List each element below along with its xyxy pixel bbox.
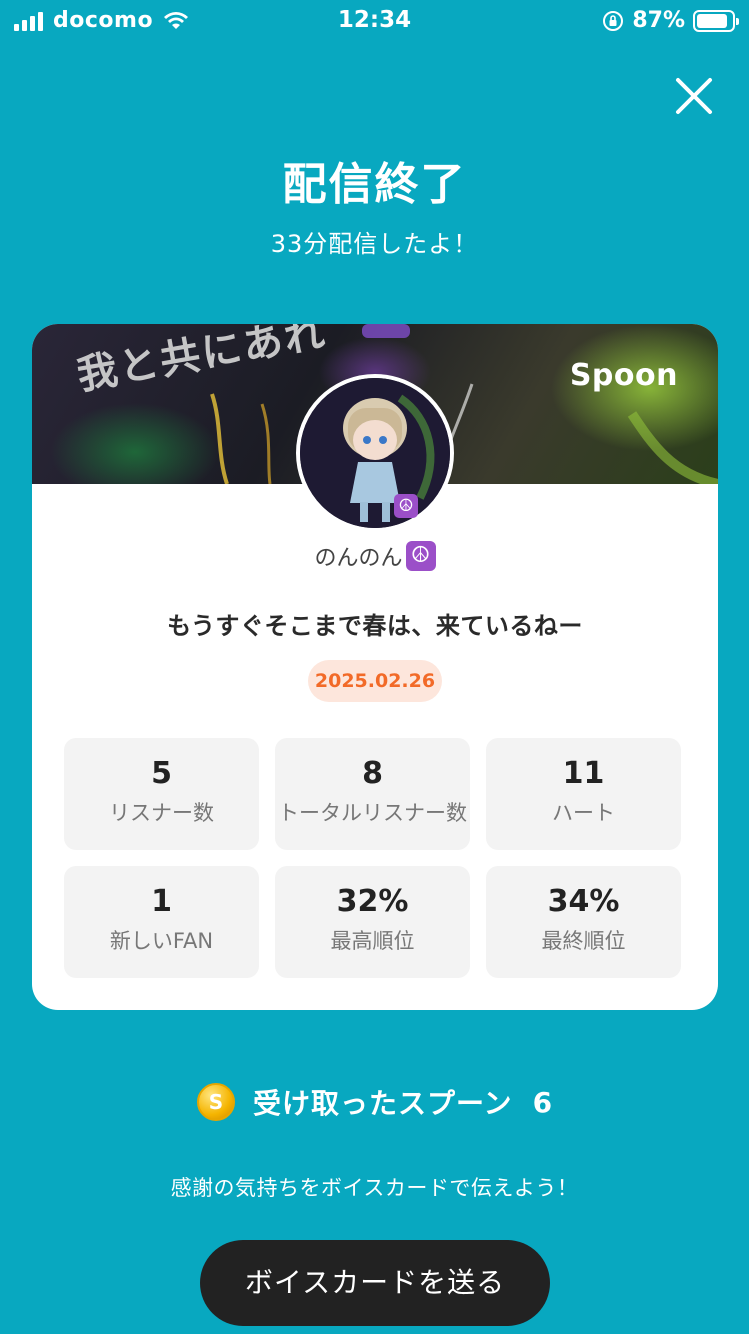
stat-label: リスナー数: [109, 801, 214, 825]
live-title: もうすぐそこまで春は、来ているねー: [167, 612, 583, 640]
stat-final-rank: 34% 最終順位: [486, 866, 681, 978]
avatar: [296, 374, 454, 532]
stat-label: 新しいFAN: [109, 929, 214, 953]
stat-value: 5: [151, 756, 172, 791]
stat-value: 11: [562, 756, 605, 791]
battery-icon: [693, 9, 739, 32]
spoons-received: S 受け取ったスプーン 6: [0, 1082, 749, 1122]
peace-icon: ☮: [405, 541, 436, 571]
battery-percent: 87%: [632, 8, 685, 33]
status-right: 87%: [602, 8, 739, 33]
summary-card: 我と共にあれ Spoon ☮ のんのん ☮ もうすぐそこまで春は、来ているねー: [32, 324, 718, 1010]
stat-hearts: 11 ハート: [486, 738, 681, 850]
rotation-lock-icon: [603, 10, 624, 31]
stat-listeners: 5 リスナー数: [64, 738, 259, 850]
status-bar: docomo 12:34 87%: [0, 0, 749, 40]
send-voice-card-button[interactable]: ボイスカードを送る: [200, 1240, 550, 1326]
stat-label: トータルリスナー数: [278, 801, 467, 825]
stat-total-listeners: 8 トータルリスナー数: [275, 738, 470, 850]
battery-level: [697, 13, 727, 28]
stat-value: 34%: [547, 884, 620, 919]
spoon-coin-icon: S: [196, 1083, 235, 1121]
stat-value: 8: [362, 756, 383, 791]
stat-label: 最終順位: [541, 929, 626, 953]
avatar-art: [300, 378, 450, 528]
stream-ended-screen: docomo 12:34 87% 配信終了 33分配信したよ！ 我と共にあれ S…: [0, 0, 749, 1334]
spoons-count: 6: [532, 1085, 553, 1119]
stat-best-rank: 32% 最高順位: [275, 866, 470, 978]
close-icon[interactable]: [668, 70, 720, 122]
spoons-label: 受け取ったスプーン: [252, 1087, 513, 1120]
username[interactable]: のんのん ☮: [32, 540, 718, 572]
stats-grid: 5 リスナー数 8 トータルリスナー数 11 ハート 1 新しいFAN 32% …: [64, 738, 681, 978]
page-title: 配信終了: [282, 159, 467, 210]
date-badge: 2025.02.26: [308, 660, 442, 702]
stat-new-fans: 1 新しいFAN: [64, 866, 259, 978]
stat-value: 32%: [336, 884, 409, 919]
spoon-logo: Spoon: [569, 358, 678, 393]
thanks-message: 感謝の気持ちをボイスカードで伝えよう！: [170, 1176, 579, 1200]
avatar-badge-icon: ☮: [394, 494, 418, 518]
page-subtitle: 33分配信したよ！: [270, 230, 479, 258]
stat-label: 最高順位: [330, 929, 415, 953]
stat-value: 1: [151, 884, 172, 919]
username-text: のんのん: [314, 546, 403, 571]
stat-label: ハート: [552, 801, 615, 825]
